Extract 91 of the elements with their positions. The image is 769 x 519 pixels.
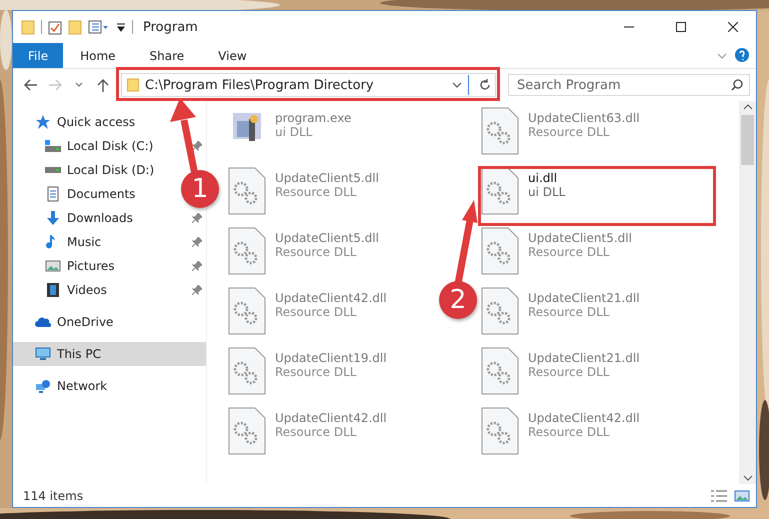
item-count: 114 items: [23, 488, 84, 502]
network-icon: [35, 378, 51, 394]
ribbon-tab[interactable]: View: [201, 43, 264, 68]
nav-item[interactable]: OneDrive: [13, 310, 120, 334]
ribbon-tab[interactable]: Home: [63, 43, 133, 68]
file-type: Resource DLL: [528, 125, 610, 139]
search-box[interactable]: Search Program: [508, 74, 750, 96]
file-name: program.exe: [275, 111, 352, 125]
file-type: Resource DLL: [275, 245, 358, 259]
search-icon: [731, 79, 743, 91]
nav-item[interactable]: This PC: [13, 342, 206, 366]
arrow-right-icon: [48, 79, 62, 91]
gear-file-icon: [227, 347, 267, 395]
file-item[interactable]: UpdateClient5.dll Resource DLL: [225, 167, 379, 217]
gear-file-icon: [480, 167, 520, 215]
file-type: ui DLL: [275, 125, 314, 139]
file-type: Resource DLL: [528, 365, 610, 379]
nav-item[interactable]: Network: [13, 374, 114, 398]
file-name: UpdateClient63.dll: [528, 111, 640, 125]
gear-file-icon: [480, 287, 520, 335]
window-title: Program: [143, 20, 199, 34]
file-type: Resource DLL: [275, 185, 358, 199]
file-item[interactable]: UpdateClient42.dll Resource DLL: [478, 407, 640, 457]
scroll-thumb[interactable]: [741, 115, 754, 165]
file-name: UpdateClient5.dll: [275, 231, 379, 245]
document-icon: [45, 186, 61, 202]
file-name: UpdateClient5.dll: [275, 171, 379, 185]
file-item[interactable]: UpdateClient42.dll Resource DLL: [225, 287, 387, 337]
gear-file-icon: [227, 167, 267, 215]
gear-file-icon: [480, 407, 520, 455]
file-type: Resource DLL: [528, 245, 610, 259]
drive-icon: [45, 167, 61, 173]
ribbon-tab[interactable]: Share: [132, 43, 202, 68]
file-type: Resource DLL: [275, 425, 358, 439]
drive-icon: [45, 140, 61, 152]
gear-file-icon: [227, 227, 267, 275]
address-path: C:\Program Files\Program Directory: [145, 78, 375, 92]
file-type: ui DLL: [528, 185, 566, 199]
file-item[interactable]: UpdateClient19.dll Resource DLL: [225, 347, 387, 397]
maximize-icon: [676, 22, 686, 32]
file-name: UpdateClient42.dll: [275, 291, 387, 305]
file-name: UpdateClient5.dll: [528, 231, 632, 245]
gear-file-icon: [227, 287, 267, 335]
monitor-icon: [35, 346, 51, 362]
scrollbar[interactable]: [739, 101, 756, 484]
file-name: UpdateClient21.dll: [528, 291, 640, 305]
properties-icon[interactable]: [88, 19, 110, 35]
address-bar[interactable]: C:\Program Files\Program Directory: [121, 73, 496, 97]
large-icons-view-icon[interactable]: [734, 488, 750, 502]
arrow-up-icon: [97, 78, 109, 92]
checklist-icon[interactable]: [48, 19, 62, 35]
star-icon: [35, 114, 51, 130]
details-view-icon[interactable]: [710, 488, 728, 502]
gear-file-icon: [480, 107, 520, 155]
file-item[interactable]: UpdateClient21.dll Resource DLL: [478, 287, 640, 337]
file-type: Resource DLL: [275, 305, 358, 319]
file-name: UpdateClient42.dll: [275, 411, 387, 425]
file-name: UpdateClient21.dll: [528, 351, 640, 365]
nav-item[interactable]: Quick access: [13, 110, 142, 134]
file-item[interactable]: UpdateClient63.dll Resource DLL: [478, 107, 640, 157]
nav-item[interactable]: Local Disk (D:): [13, 158, 160, 182]
file-item[interactable]: ui.dll ui DLL: [478, 167, 566, 217]
close-icon: [728, 22, 738, 32]
file-name: UpdateClient19.dll: [275, 351, 387, 365]
file-name: UpdateClient42.dll: [528, 411, 640, 425]
dropdown-caret-icon[interactable]: [452, 81, 462, 89]
film-icon: [45, 282, 61, 298]
file-item[interactable]: program.exe ui DLL: [225, 107, 352, 157]
arrow-left-icon: [24, 79, 38, 91]
gear-file-icon: [227, 407, 267, 455]
nav-item[interactable]: Music: [13, 230, 108, 254]
download-icon: [45, 210, 61, 226]
nav-item[interactable]: Downloads: [13, 206, 139, 230]
file-name: ui.dll: [528, 171, 558, 185]
folder-icon: [127, 78, 139, 92]
file-item[interactable]: UpdateClient42.dll Resource DLL: [225, 407, 387, 457]
file-item[interactable]: UpdateClient21.dll Resource DLL: [478, 347, 640, 397]
file-item[interactable]: UpdateClient5.dll Resource DLL: [225, 227, 379, 277]
nav-item[interactable]: Videos: [13, 278, 113, 302]
gear-file-icon: [480, 227, 520, 275]
ribbon-tab[interactable]: File: [13, 43, 64, 68]
file-type: Resource DLL: [528, 305, 610, 319]
file-item[interactable]: UpdateClient5.dll Resource DLL: [478, 227, 632, 277]
file-type: Resource DLL: [528, 425, 610, 439]
picture-icon: [45, 258, 61, 274]
file-type: Resource DLL: [275, 365, 358, 379]
nav-item[interactable]: Documents: [13, 182, 142, 206]
caret-icon: [75, 82, 83, 88]
gear-file-icon: [480, 347, 520, 395]
nav-item[interactable]: Local Disk (C:): [13, 134, 160, 158]
nav-item[interactable]: Pictures: [13, 254, 121, 278]
